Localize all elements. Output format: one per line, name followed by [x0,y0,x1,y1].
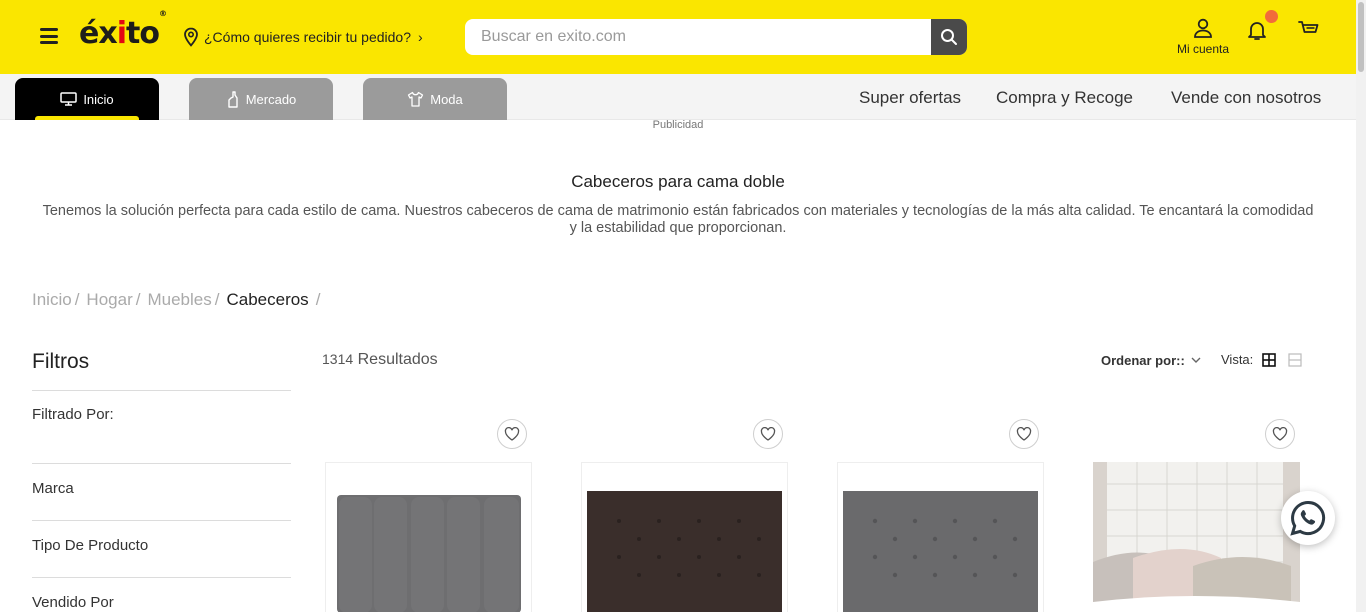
delivery-selector[interactable]: ¿Cómo quieres recibir tu pedido? › [182,27,423,47]
tab-moda[interactable]: Moda [363,78,507,120]
heart-icon [1016,427,1032,441]
top-header: éxito® ¿Cómo quieres recibir tu pedido? … [0,0,1356,74]
search-icon [941,29,957,45]
menu-icon[interactable] [40,28,58,44]
filtered-by-label: Filtrado Por: [32,406,114,423]
account-button[interactable]: Mi cuenta [1168,18,1238,56]
nav-link-super-ofertas[interactable]: Super ofertas [859,88,961,108]
scrollbar[interactable] [1356,0,1366,612]
category-description: Tenemos la solución perfecta para cada e… [42,203,1314,236]
search-button[interactable] [931,19,967,55]
favorite-button[interactable] [753,419,783,449]
delivery-prompt: ¿Cómo quieres recibir tu pedido? [204,29,411,45]
breadcrumb-current: Cabeceros [226,290,309,309]
product-card[interactable] [1093,462,1300,612]
breadcrumb-hogar[interactable]: Hogar [86,290,132,309]
filters-title: Filtros [32,350,90,373]
product-image [1093,462,1300,612]
user-icon [1194,18,1212,38]
tab-mercado[interactable]: Mercado [189,78,333,120]
tab-inicio[interactable]: Inicio [15,78,159,120]
list-view-icon[interactable] [1288,353,1302,367]
results-count: 1314 Resultados [322,351,438,369]
product-image [337,495,521,612]
product-image [843,491,1038,612]
nav-link-vende-con-nosotros[interactable]: Vende con nosotros [1171,88,1321,108]
tab-moda-label: Moda [430,91,463,107]
chevron-down-icon [1191,357,1201,363]
view-label: Vista: [1221,352,1254,367]
favorite-button[interactable] [1265,419,1295,449]
account-label: Mi cuenta [1176,42,1230,56]
cart-button[interactable] [1297,18,1321,42]
sort-dropdown[interactable]: Ordenar por:: [1101,353,1201,368]
product-card[interactable] [837,462,1044,612]
ad-label: Publicidad [652,119,704,131]
favorite-button[interactable] [497,419,527,449]
filter-vendido-por[interactable]: Vendido Por [32,594,114,611]
whatsapp-button[interactable] [1281,491,1335,545]
chevron-right-icon: › [418,29,423,45]
nav-link-compra-y-recoge[interactable]: Compra y Recoge [996,88,1133,108]
heart-icon [760,427,776,441]
whatsapp-icon [1290,500,1326,536]
cart-icon [1298,21,1319,33]
product-card[interactable] [325,462,532,612]
divider [32,390,291,391]
filter-marca[interactable]: Marca [32,480,74,497]
breadcrumb-inicio[interactable]: Inicio [32,290,72,309]
favorite-button[interactable] [1009,419,1039,449]
shirt-icon [408,91,424,107]
product-card[interactable] [581,462,788,612]
results-number: 1314 [322,351,354,367]
location-pin-icon [184,27,198,47]
tab-mercado-label: Mercado [245,91,297,107]
exito-logo[interactable]: éxito® [79,9,167,51]
category-nav: Inicio Mercado Moda Super ofertas Compra… [0,74,1356,120]
divider [32,520,291,521]
search-bar [465,19,967,55]
notification-badge [1265,10,1278,23]
scrollbar-thumb[interactable] [1358,2,1364,72]
notifications-button[interactable] [1245,10,1278,42]
results-label: Resultados [357,351,438,368]
heart-icon [504,427,520,441]
bottle-icon [228,90,238,108]
tab-inicio-label: Inicio [83,91,114,107]
sort-label: Ordenar por:: [1101,353,1185,368]
filter-tipo-de-producto[interactable]: Tipo De Producto [32,537,148,554]
breadcrumb-muebles[interactable]: Muebles [147,290,211,309]
bell-icon [1248,22,1266,40]
product-image [587,491,782,612]
grid-view-icon[interactable] [1262,353,1276,367]
divider [32,577,291,578]
heart-icon [1272,427,1288,441]
divider [32,463,291,464]
breadcrumb: Inicio / Hogar / Muebles / Cabeceros / [32,290,321,309]
monitor-icon [60,92,78,106]
category-title: Cabeceros para cama doble [571,172,785,191]
search-input[interactable] [465,19,931,55]
